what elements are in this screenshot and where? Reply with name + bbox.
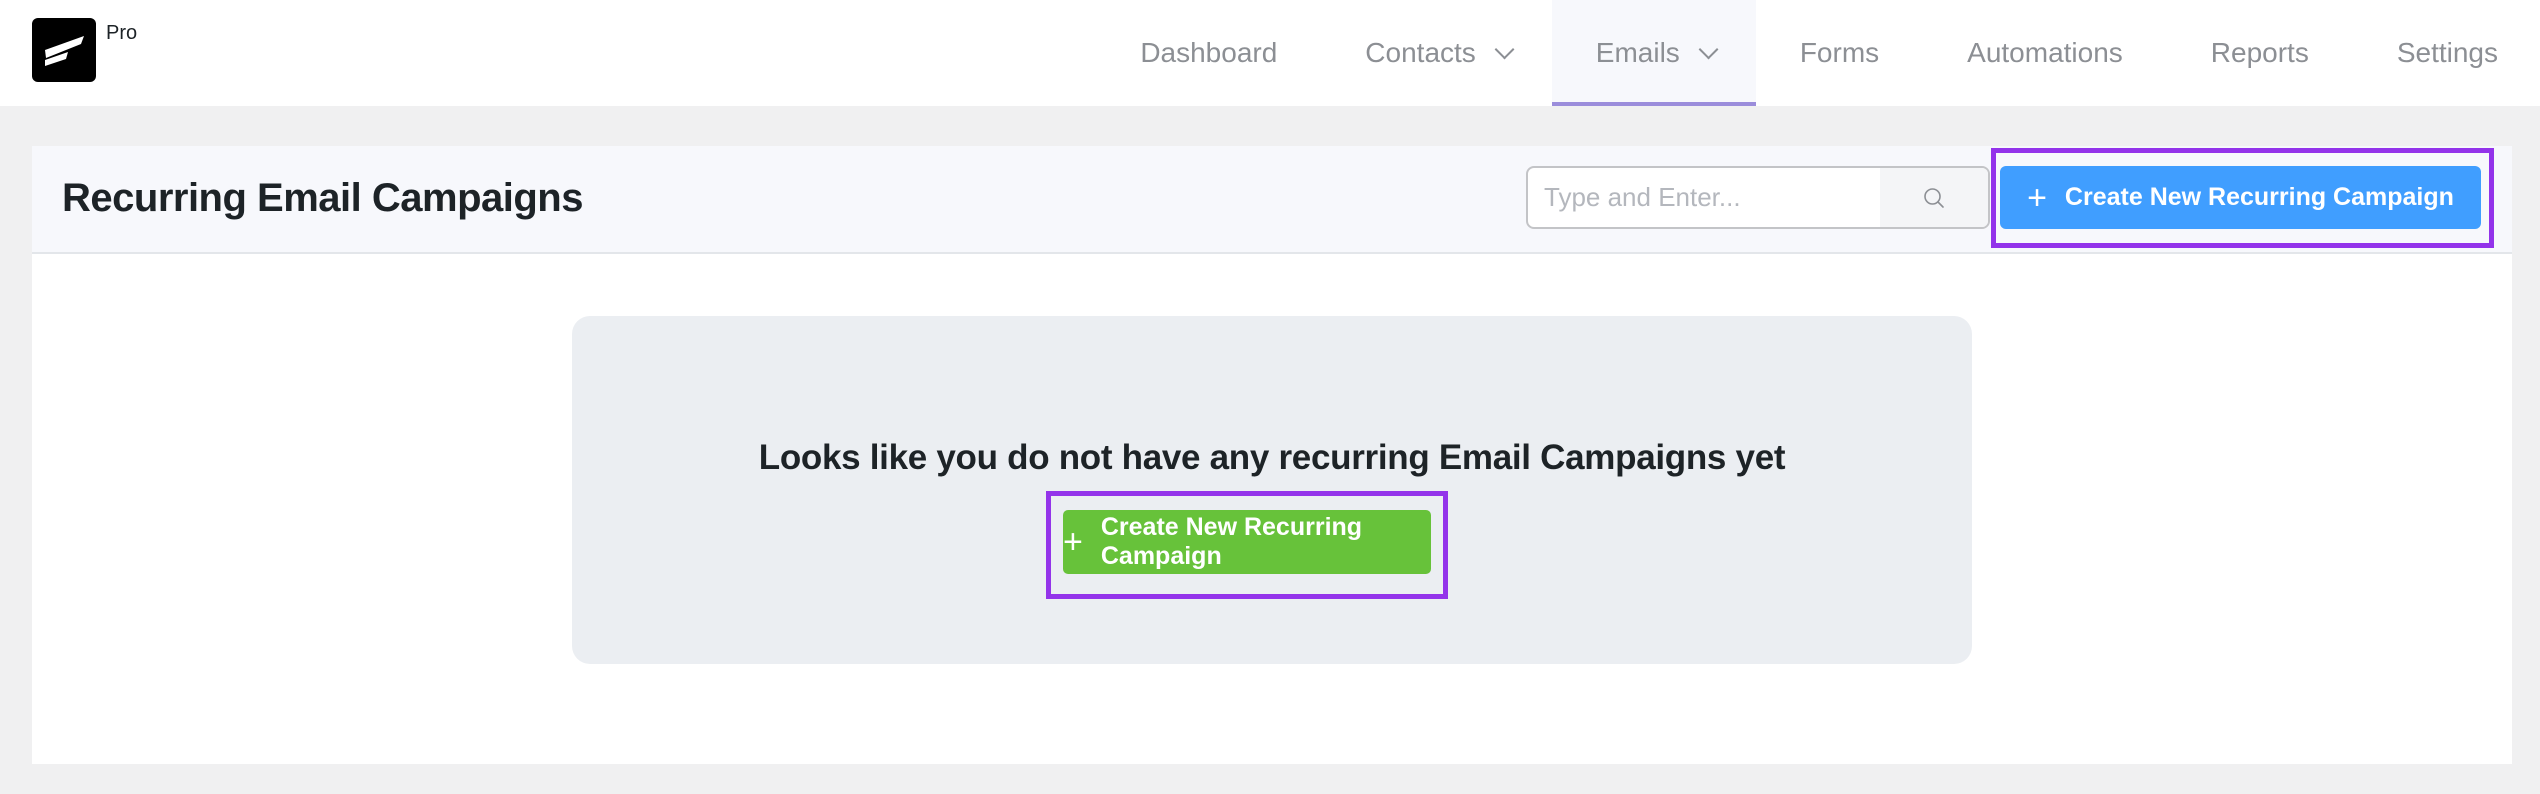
- search-icon: [1924, 187, 1944, 208]
- create-recurring-campaign-button[interactable]: + Create New Recurring Campaign: [2000, 166, 2481, 229]
- empty-state: Looks like you do not have any recurring…: [572, 316, 1972, 664]
- nav-item-reports[interactable]: Reports: [2167, 0, 2353, 106]
- nav-label: Contacts: [1365, 37, 1476, 68]
- nav-label: Reports: [2210, 37, 2309, 68]
- nav-label: Forms: [1799, 37, 1880, 68]
- card-header: Recurring Email Campaigns + Create New R…: [32, 146, 2512, 254]
- nav-label: Automations: [1967, 37, 2123, 68]
- search-input[interactable]: [1528, 168, 1882, 227]
- nav-label: Emails: [1595, 37, 1680, 68]
- page-title: Recurring Email Campaigns: [62, 176, 583, 220]
- button-label: Create New Recurring Campaign: [2064, 183, 2454, 211]
- nav-item-automations[interactable]: Automations: [1923, 0, 2167, 106]
- plus-icon: +: [2027, 178, 2047, 217]
- chevron-down-icon: [1698, 39, 1719, 60]
- nav-item-dashboard[interactable]: Dashboard: [1096, 0, 1321, 106]
- nav-item-emails[interactable]: Emails: [1551, 0, 1756, 106]
- plus-icon: +: [1063, 523, 1083, 561]
- campaigns-card: Recurring Email Campaigns + Create New R…: [32, 146, 2512, 764]
- search-button[interactable]: [1880, 168, 1988, 227]
- top-navbar: Pro Dashboard Contacts Emails Forms Auto…: [0, 0, 2540, 106]
- chevron-down-icon: [1494, 39, 1515, 60]
- nav-item-forms[interactable]: Forms: [1756, 0, 1923, 106]
- nav-item-contacts[interactable]: Contacts: [1321, 0, 1552, 106]
- search-box: [1526, 166, 1990, 229]
- empty-state-message: Looks like you do not have any recurring…: [758, 438, 1786, 477]
- main-nav: Dashboard Contacts Emails Forms Automati…: [1096, 0, 2540, 106]
- logo[interactable]: [32, 18, 96, 82]
- pro-badge: Pro: [106, 22, 138, 44]
- nav-label: Dashboard: [1140, 37, 1278, 68]
- button-label: Create New Recurring Campaign: [1100, 513, 1363, 570]
- fluentcrm-logo-icon: [45, 36, 84, 66]
- nav-label: Settings: [2396, 37, 2498, 68]
- nav-item-settings[interactable]: Settings: [2353, 0, 2540, 106]
- empty-create-recurring-campaign-button[interactable]: + Create New Recurring Campaign: [1063, 510, 1431, 574]
